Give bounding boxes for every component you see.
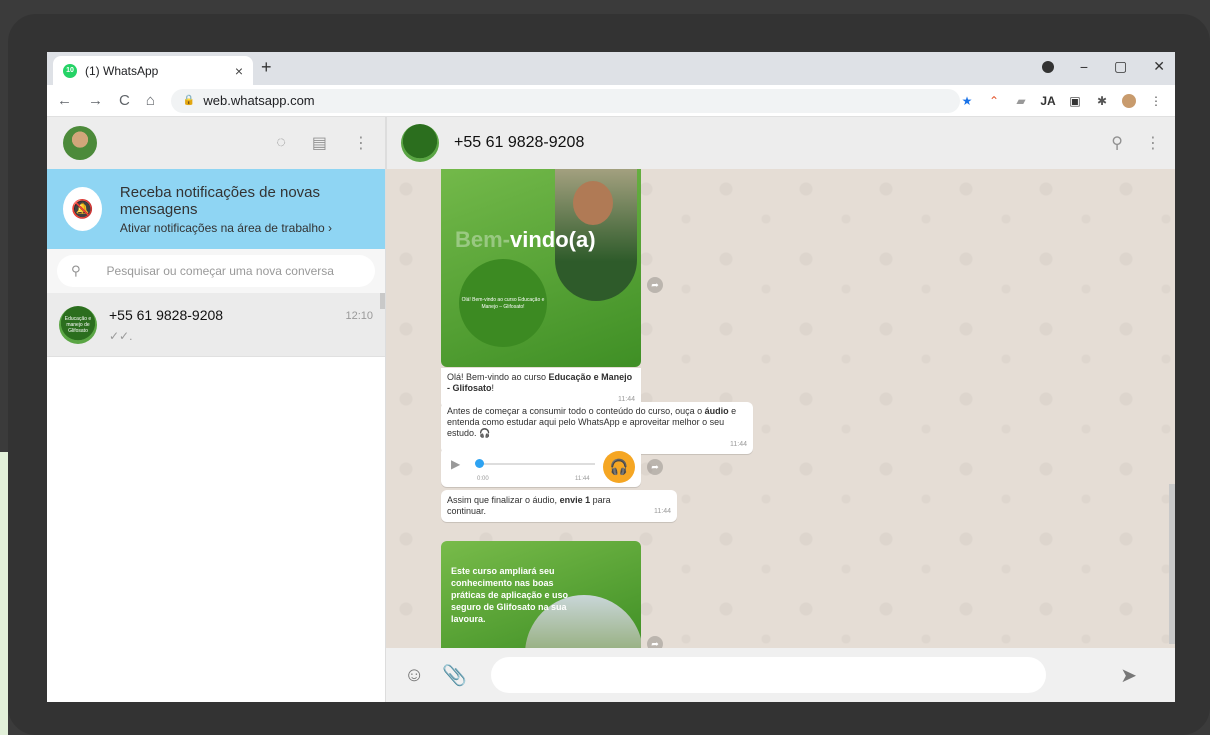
search-icon: ⚲ — [71, 263, 81, 278]
audio-message: ▶ 0:00 11:44 🎧 — [441, 447, 641, 487]
menu-icon[interactable]: ⋮ — [353, 133, 369, 153]
avatar[interactable] — [63, 126, 97, 160]
forward-button[interactable]: → — [88, 92, 103, 109]
tab-close-icon[interactable]: × — [235, 63, 243, 79]
status-icon[interactable]: ◌ — [276, 134, 286, 152]
scrollbar[interactable] — [380, 293, 385, 309]
bookmark-star-icon[interactable]: ★ — [960, 94, 974, 108]
bell-off-icon: 🔕 — [63, 187, 102, 231]
conversation-header: +55 61 9828-9208 ⚲ ⋮ — [386, 117, 1175, 169]
profile-dot-icon[interactable] — [1041, 60, 1054, 73]
message-area: Bem-vindo(a) Olá! Bem-vindo ao curso Edu… — [386, 169, 1175, 648]
headphones-icon: 🎧 — [603, 451, 635, 483]
chat-preview: ✓✓. — [109, 328, 133, 343]
audio-seek-handle[interactable] — [475, 459, 484, 468]
chat-time: 12:10 — [345, 310, 373, 322]
forward-icon[interactable]: ➦ — [647, 277, 663, 293]
list-item[interactable]: Educação e manejo de Glifosato +55 61 98… — [47, 293, 385, 357]
menu-icon[interactable]: ⋮ — [1145, 133, 1161, 153]
extensions-bar: ★ ⌃ ▰ JA ▣ ✱ ⋮ — [960, 93, 1175, 108]
puzzle-icon[interactable]: ✱ — [1095, 94, 1109, 108]
audio-current-time: 0:00 — [477, 476, 489, 482]
close-window-button[interactable]: ✕ — [1153, 58, 1165, 75]
notification-title: Receba notificações de novas mensagens — [119, 183, 321, 218]
extension-icon[interactable]: JA — [1040, 94, 1055, 108]
background-strip — [0, 452, 8, 735]
contact-name[interactable]: +55 61 9828-9208 — [454, 134, 584, 152]
reload-button[interactable]: C — [119, 92, 130, 109]
message-time: 11:44 — [575, 476, 590, 482]
welcome-image[interactable]: Bem-vindo(a) Olá! Bem-vindo ao curso Edu… — [441, 169, 641, 367]
chat-list-pane: ◌ ▤ ⋮ 🔕 Receba notificações de novas men… — [47, 117, 386, 702]
search-icon[interactable]: ⚲ — [1111, 133, 1123, 153]
tab-bar: 10 (1) WhatsApp × + − ▢ ✕ — [47, 52, 1175, 85]
image-circle-text: Olá! Bem-vindo ao curso Educação e Manej… — [459, 259, 547, 347]
restore-button[interactable]: ▢ — [1114, 58, 1127, 75]
left-header: ◌ ▤ ⋮ — [47, 117, 385, 169]
photo-head — [573, 181, 613, 225]
play-icon[interactable]: ▶ — [451, 458, 460, 470]
chat-name: +55 61 9828-9208 — [109, 306, 224, 323]
avatar: Educação e manejo de Glifosato — [59, 305, 97, 344]
url-text: web.whatsapp.com — [203, 93, 315, 108]
message-input[interactable] — [491, 657, 1047, 693]
window-controls: − ▢ ✕ — [1041, 58, 1165, 75]
image-headline: Bem-vindo(a) — [455, 227, 596, 252]
send-icon[interactable]: ➤ — [1120, 663, 1137, 688]
profile-avatar[interactable] — [1122, 93, 1136, 108]
course-image[interactable]: Este curso ampliará seu conhecimento nas… — [441, 541, 641, 648]
notification-banner[interactable]: 🔕 Receba notificações de novas mensagens… — [47, 169, 385, 249]
whatsapp-favicon-icon: 10 — [63, 63, 77, 78]
message-time: 11:44 — [654, 508, 671, 515]
search-input[interactable]: ⚲ Pesquisar ou começar uma nova conversa — [57, 255, 375, 287]
tab-title: (1) WhatsApp — [85, 63, 159, 78]
home-button[interactable]: ⌂ — [146, 92, 155, 109]
notification-link[interactable]: Ativar notificações na área de trabalho … — [120, 221, 369, 235]
extension-icon[interactable]: ▰ — [1014, 94, 1028, 108]
forward-icon[interactable]: ➦ — [647, 459, 663, 475]
avatar[interactable] — [401, 124, 439, 162]
audio-progress[interactable] — [477, 463, 595, 465]
image-text: Este curso ampliará seu conhecimento nas… — [451, 566, 569, 624]
attach-icon[interactable]: 📎 — [442, 663, 467, 688]
browser-window: 10 (1) WhatsApp × + − ▢ ✕ ← → C ⌂ 🔒 web.… — [47, 52, 1175, 702]
lock-icon: 🔒 — [182, 95, 196, 106]
message-bubble: Assim que finalizar o áudio, envie 1 par… — [441, 490, 677, 522]
compose-bar: ☺ 📎 ➤ — [386, 648, 1175, 702]
extension-icon[interactable]: ▣ — [1068, 94, 1082, 108]
new-tab-button[interactable]: + — [261, 57, 272, 78]
menu-icon[interactable]: ⋮ — [1149, 94, 1163, 108]
back-button[interactable]: ← — [57, 92, 72, 109]
url-field[interactable]: 🔒 web.whatsapp.com — [170, 88, 960, 113]
conversation-pane: +55 61 9828-9208 ⚲ ⋮ Bem-vindo(a) Olá! B… — [386, 117, 1175, 702]
tab-whatsapp[interactable]: 10 (1) WhatsApp × — [53, 56, 253, 85]
new-chat-icon[interactable]: ▤ — [312, 133, 327, 153]
minimize-button[interactable]: − — [1080, 59, 1088, 75]
forward-icon[interactable]: ➦ — [647, 636, 663, 648]
address-bar: ← → C ⌂ 🔒 web.whatsapp.com ★ ⌃ ▰ JA ▣ ✱ … — [47, 85, 1175, 117]
scrollbar[interactable] — [1169, 169, 1175, 648]
emoji-icon[interactable]: ☺ — [404, 664, 424, 687]
extension-icon[interactable]: ⌃ — [987, 94, 1001, 108]
search-placeholder: Pesquisar ou começar uma nova conversa — [106, 264, 334, 278]
